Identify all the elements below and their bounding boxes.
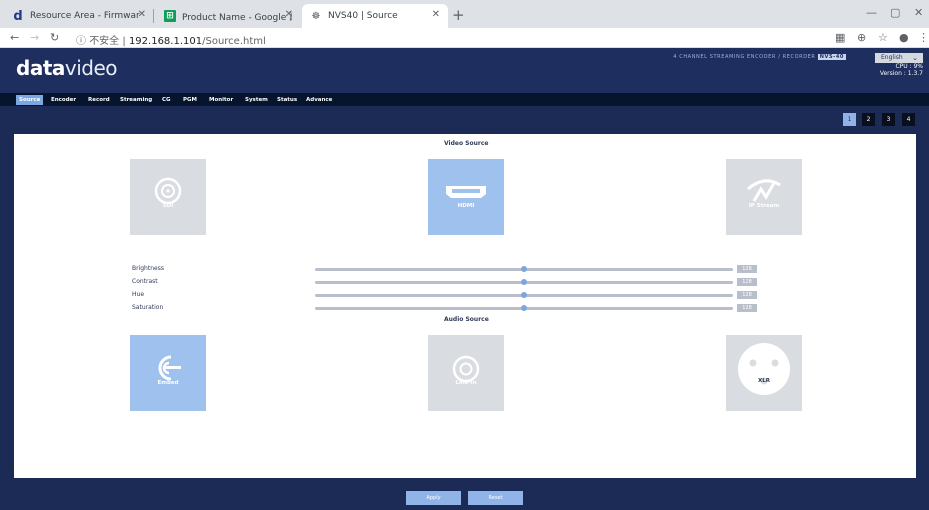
source-label: XLR	[758, 378, 770, 384]
channel-2-button[interactable]: 2	[862, 113, 875, 126]
model-badge: NVS-40	[817, 54, 846, 60]
video-source-ip-stream[interactable]: IP Stream	[726, 159, 802, 235]
tab-pgm[interactable]: PGM	[180, 95, 200, 105]
sdi-connector-icon	[154, 177, 182, 205]
back-icon[interactable]: ←	[10, 31, 19, 44]
embed-audio-icon	[158, 355, 181, 381]
close-icon[interactable]: ✕	[138, 9, 146, 20]
menu-kebab-icon[interactable]: ⋮	[918, 31, 929, 44]
tab-title: NVS40 | Source	[328, 11, 398, 21]
channel-4-button[interactable]: 4	[902, 113, 915, 126]
zoom-icon[interactable]: ⊕	[857, 31, 866, 44]
browser-tab-nvs40-source[interactable]: ☸ NVS40 | Source ✕	[302, 4, 448, 28]
cpu-usage: CPU : 9%	[895, 63, 923, 70]
contrast-slider[interactable]	[315, 279, 733, 285]
window-close-icon[interactable]: ✕	[914, 6, 923, 19]
forward-icon[interactable]: →	[30, 31, 39, 44]
security-label: 不安全	[89, 36, 120, 47]
ip-stream-icon	[747, 179, 781, 202]
audio-source-line-in[interactable]: Line-In	[428, 335, 504, 411]
browser-tab-strip: d Resource Area - Firmware, Soft ✕ ⊞ Pro…	[0, 0, 929, 28]
firmware-version: Version : 1.3.7	[879, 70, 923, 77]
saturation-value: 128	[737, 304, 757, 312]
browser-tab-product-name[interactable]: ⊞ Product Name - Google 試算表 ✕	[156, 4, 301, 28]
bookmark-star-icon[interactable]: ☆	[878, 31, 888, 44]
audio-source-title: Audio Source	[444, 316, 489, 323]
line-in-jack-icon	[452, 355, 480, 383]
source-label: HDMI	[457, 203, 475, 209]
hdmi-connector-icon	[446, 186, 486, 198]
close-icon[interactable]: ✕	[432, 9, 440, 20]
datavideo-favicon-icon: d	[13, 8, 23, 24]
profile-icon[interactable]: ●	[899, 31, 909, 44]
contrast-label: Contrast	[132, 278, 158, 285]
device-description: 4 CHANNEL STREAMING ENCODER / RECORDER N…	[673, 54, 846, 60]
brightness-label: Brightness	[132, 265, 164, 272]
hue-slider[interactable]	[315, 292, 733, 298]
url-field[interactable]: ⓘ 不安全 | 192.168.1.101/Source.html	[76, 32, 266, 47]
main-nav: Source Encoder Record Streaming CG PGM M…	[0, 93, 929, 106]
tab-monitor[interactable]: Monitor	[206, 95, 236, 105]
slider-knob[interactable]	[521, 266, 527, 272]
globe-favicon-icon: ☸	[311, 10, 321, 22]
reload-icon[interactable]: ↻	[50, 31, 59, 44]
tab-encoder[interactable]: Encoder	[48, 95, 79, 105]
chevron-down-icon: ⌄	[912, 54, 918, 62]
tab-cg[interactable]: CG	[159, 95, 174, 105]
audio-source-embed[interactable]: Embed	[130, 335, 206, 411]
url-host: 192.168.1.101	[128, 36, 203, 47]
tab-status[interactable]: Status	[274, 95, 300, 105]
video-source-sdi[interactable]: SDI	[130, 159, 206, 235]
source-label: IP Stream	[748, 203, 780, 209]
logo-bold-part: data	[16, 56, 65, 80]
channel-1-button[interactable]: 1	[843, 113, 856, 126]
xlr-connector-icon	[738, 343, 790, 395]
hue-label: Hue	[132, 291, 145, 298]
minimize-icon[interactable]: —	[866, 6, 877, 19]
tab-streaming[interactable]: Streaming	[117, 95, 155, 105]
browser-tab-resource-area[interactable]: d Resource Area - Firmware, Soft ✕	[4, 4, 154, 28]
new-tab-icon[interactable]: +	[452, 6, 465, 24]
maximize-icon[interactable]: ▢	[890, 6, 900, 19]
slider-knob[interactable]	[521, 305, 527, 311]
address-bar: ← → ↻ ⓘ 不安全 | 192.168.1.101/Source.html …	[0, 28, 929, 48]
sheets-favicon-icon: ⊞	[164, 10, 176, 22]
contrast-value: 128	[737, 278, 757, 286]
datavideo-logo: datavideo	[16, 56, 118, 80]
apply-button[interactable]: Apply	[406, 491, 461, 505]
video-source-title: Video Source	[444, 140, 489, 147]
brightness-value: 128	[737, 265, 757, 273]
source-label: Embed	[157, 380, 179, 386]
source-label: SDI	[162, 203, 174, 209]
tab-title: Product Name - Google 試算表	[182, 12, 292, 23]
source-label: Line-In	[455, 380, 477, 386]
tab-record[interactable]: Record	[85, 95, 113, 105]
hue-value: 128	[737, 291, 757, 299]
info-icon[interactable]: ⓘ	[76, 36, 86, 47]
channel-3-button[interactable]: 3	[882, 113, 895, 126]
tab-advance[interactable]: Advance	[303, 95, 335, 105]
saturation-label: Saturation	[132, 304, 164, 311]
tab-separator	[153, 9, 154, 23]
brightness-slider[interactable]	[315, 266, 733, 272]
system-stats: CPU : 9% Version : 1.3.7	[880, 63, 923, 77]
language-value: English	[881, 54, 903, 61]
saturation-slider[interactable]	[315, 305, 733, 311]
tab-source[interactable]: Source	[16, 95, 44, 105]
close-icon[interactable]: ✕	[285, 9, 293, 20]
translate-icon[interactable]: ▦	[835, 31, 845, 44]
reset-button[interactable]: Reset	[468, 491, 523, 505]
tab-title: Resource Area - Firmware, Soft	[30, 11, 140, 21]
audio-source-xlr[interactable]: XLR	[726, 335, 802, 411]
slider-knob[interactable]	[521, 292, 527, 298]
tab-system[interactable]: System	[242, 95, 271, 105]
logo-thin-part: video	[64, 56, 118, 80]
video-source-hdmi[interactable]: HDMI	[428, 159, 504, 235]
device-name: 4 CHANNEL STREAMING ENCODER / RECORDER	[673, 54, 816, 60]
app-header: datavideo 4 CHANNEL STREAMING ENCODER / …	[0, 48, 929, 93]
language-select[interactable]: English ⌄	[875, 53, 923, 63]
url-path: /Source.html	[202, 36, 266, 47]
slider-knob[interactable]	[521, 279, 527, 285]
